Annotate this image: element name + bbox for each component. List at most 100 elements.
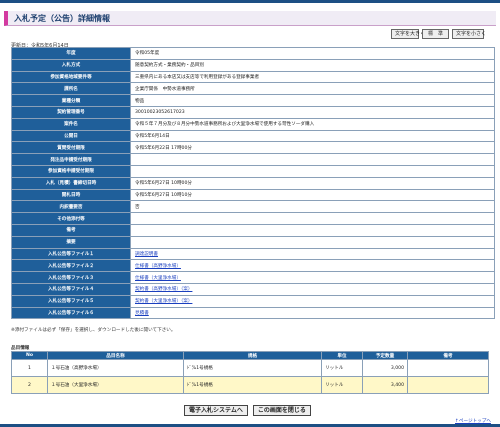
row-value: 企業庁関係 中勢水道事務所 — [130, 82, 495, 96]
file-row: 入札公告等ファイル１ 調達説明書 — [11, 247, 495, 261]
to-system-button[interactable]: 電子入札システムへ — [184, 405, 248, 416]
table-row: 入札方式 随意契約方式・業務契約・品目別 — [11, 58, 495, 72]
item-note — [407, 359, 489, 377]
table-row: 公開日 令和5年6月14日 — [11, 129, 495, 143]
page-title-box: 入札予定（公告）詳細情報 — [4, 11, 496, 26]
row-value — [130, 223, 495, 237]
bottom-buttons: 電子入札システムへ この画面を閉じる — [184, 405, 311, 416]
file-label: 入札公告等ファイル６ — [11, 306, 131, 320]
table-row: 年度 令和05年度 — [11, 47, 495, 60]
file-label: 入札公告等ファイル２ — [11, 259, 131, 273]
col-no: No — [11, 351, 48, 360]
table-row: 参加資格地域要件等 三重県内にある本店又は支店等で利用登録がある登録事業者 — [11, 70, 495, 84]
row-label: 内訳書要否 — [11, 200, 131, 214]
table-row: 案件名 令和５年７月分及び８月分中勢水道事務所および大里浄水場で使用する苛性ソーダ… — [11, 117, 495, 131]
table-row: 備考 — [11, 223, 495, 237]
row-value: 令和5年6月27日 10時00分 — [130, 176, 495, 190]
download-note: ※添付ファイルは必ず「保存」を選択し、ダウンロードした後に開いて下さい。 — [11, 328, 176, 333]
row-value: 物品 — [130, 94, 495, 107]
font-size-controls: 文字を大きく 標 準 文字を小さく — [391, 29, 486, 39]
table-row: 契約管理番号 30010023052617023 — [11, 105, 495, 119]
file-link[interactable]: 契約書（高野浄水場）（案） — [135, 287, 192, 292]
items-header-row: No 品目名称 規格 単位 予定数量 備考 — [11, 351, 489, 360]
row-label: 参加資格地域要件等 — [11, 70, 131, 84]
col-qty: 予定数量 — [362, 351, 408, 360]
row-label: 発注品申請受付期限 — [11, 153, 131, 166]
file-row: 入札公告等ファイル６ 見積書 — [11, 306, 495, 320]
file-row: 入札公告等ファイル３ 仕様書（大里浄水場） — [11, 271, 495, 284]
file-label: 入札公告等ファイル３ — [11, 271, 131, 284]
detail-table: 年度 令和05年度 入札方式 随意契約方式・業務契約・品目別 参加資格地域要件等 三重… — [11, 47, 495, 320]
top-border — [0, 0, 500, 3]
row-label: 年度 — [11, 47, 131, 60]
item-spec: ﾄﾞﾗﾑ1号規格 — [183, 359, 322, 377]
row-value: 令和5年6月22日 17時00分 — [130, 141, 495, 155]
row-label: 開札日時 — [11, 188, 131, 202]
item-unit: リットル — [321, 359, 363, 377]
item-spec: ﾄﾞﾗﾑ1号規格 — [183, 376, 322, 394]
table-row: 質問受付期限 令和5年6月22日 17時00分 — [11, 141, 495, 155]
row-value: 三重県内にある本店又は支店等で利用登録がある登録事業者 — [130, 70, 495, 84]
page-title: 入札予定（公告）詳細情報 — [14, 14, 110, 23]
font-small-button[interactable]: 文字を小さく — [452, 29, 486, 39]
file-link[interactable]: 仕様書（大里浄水場） — [135, 276, 181, 281]
row-label: 案件名 — [11, 117, 131, 131]
item-name: １号石油（高野浄水場） — [47, 359, 184, 377]
row-value: 30010023052617023 — [130, 105, 495, 119]
file-row: 入札公告等ファイル５ 契約書（大里浄水場）（案） — [11, 294, 495, 308]
row-label: 業種分類 — [11, 94, 131, 107]
row-label: 質問受付期限 — [11, 141, 131, 155]
table-row: 摘要 — [11, 235, 495, 249]
close-window-button[interactable]: この画面を閉じる — [252, 405, 311, 416]
row-label: 公開日 — [11, 129, 131, 143]
row-label: 摘要 — [11, 235, 131, 249]
row-value: 令和5年6月27日 10時10分 — [130, 188, 495, 202]
col-unit: 単位 — [321, 351, 363, 360]
items-table: No 品目名称 規格 単位 予定数量 備考 1 １号石油（高野浄水場） ﾄﾞﾗﾑ… — [11, 351, 489, 394]
item-name: １号石油（大里浄水場） — [47, 376, 184, 394]
item-qty: 3,000 — [362, 359, 408, 377]
row-label: 契約管理番号 — [11, 105, 131, 119]
item-note — [407, 376, 489, 394]
font-standard-button[interactable]: 標 準 — [422, 29, 449, 39]
file-row: 入札公告等ファイル４ 契約書（高野浄水場）（案） — [11, 282, 495, 296]
row-value — [130, 164, 495, 178]
table-row: 業種分類 物品 — [11, 94, 495, 107]
table-row: 内訳書要否否 — [11, 200, 495, 214]
row-label: 入札（見積）書締切日時 — [11, 176, 131, 190]
file-label: 入札公告等ファイル５ — [11, 294, 131, 308]
table-row: 発注品申請受付期限 — [11, 153, 495, 166]
table-row: 1 １号石油（高野浄水場） ﾄﾞﾗﾑ1号規格 リットル 3,000 — [11, 359, 489, 377]
col-note: 備考 — [407, 351, 489, 360]
row-value: 随意契約方式・業務契約・品目別 — [130, 58, 495, 72]
table-row: 課所名 企業庁関係 中勢水道事務所 — [11, 82, 495, 96]
item-qty: 3,400 — [362, 376, 408, 394]
col-spec: 規格 — [183, 351, 322, 360]
item-unit: リットル — [321, 376, 363, 394]
font-large-button[interactable]: 文字を大きく — [391, 29, 425, 39]
file-link[interactable]: 仕様書（高野浄水場） — [135, 264, 181, 269]
item-no: 2 — [11, 376, 48, 394]
row-value: 令和５年７月分及び８月分中勢水道事務所および大里浄水場で使用する苛性ソーダ購入 — [130, 117, 495, 131]
row-label: 入札方式 — [11, 58, 131, 72]
row-label: 備考 — [11, 223, 131, 237]
file-label: 入札公告等ファイル１ — [11, 247, 131, 261]
table-row: 入札（見積）書締切日時 令和5年6月27日 10時00分 — [11, 176, 495, 190]
file-row: 入札公告等ファイル２ 仕様書（高野浄水場） — [11, 259, 495, 273]
row-label: その他添付等 — [11, 212, 131, 225]
row-value — [130, 235, 495, 249]
table-row: 開札日時 令和5年6月27日 10時10分 — [11, 188, 495, 202]
row-label: 課所名 — [11, 82, 131, 96]
row-value — [130, 153, 495, 166]
file-link[interactable]: 見積書 — [135, 311, 149, 316]
table-row: 参加資格申請受付期限 — [11, 164, 495, 178]
item-no: 1 — [11, 359, 48, 377]
file-link[interactable]: 契約書（大里浄水場）（案） — [135, 299, 192, 304]
row-value — [130, 212, 495, 225]
col-name: 品目名称 — [47, 351, 184, 360]
row-value: 令和05年度 — [130, 47, 495, 60]
table-row: 2 １号石油（大里浄水場） ﾄﾞﾗﾑ1号規格 リットル 3,400 — [11, 376, 489, 394]
file-link[interactable]: 調達説明書 — [135, 252, 158, 257]
row-value: 令和5年6月14日 — [130, 129, 495, 143]
table-row: その他添付等 — [11, 212, 495, 225]
